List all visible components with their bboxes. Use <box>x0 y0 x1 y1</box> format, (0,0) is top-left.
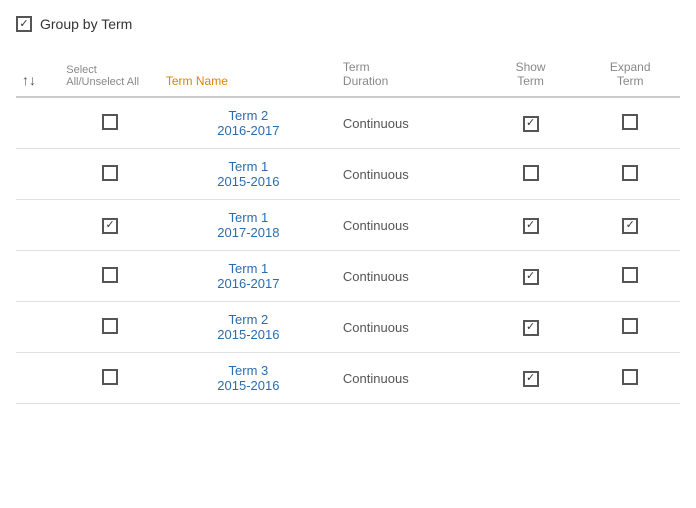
group-by-term-row: Group by Term <box>16 16 680 32</box>
row-select-checkbox[interactable] <box>102 318 118 334</box>
row-expand-term-cell <box>580 251 680 302</box>
row-term-duration: Continuous <box>337 353 481 404</box>
row-show-term-cell <box>481 302 581 353</box>
table-row: Term 22016-2017Continuous <box>16 97 680 149</box>
table-row: Term 22015-2016Continuous <box>16 302 680 353</box>
row-select-cell <box>60 149 160 200</box>
row-select-checkbox[interactable] <box>102 218 118 234</box>
row-select-cell <box>60 251 160 302</box>
row-expand-term-cell <box>580 97 680 149</box>
row-sort-cell <box>16 97 60 149</box>
table-row: Term 12016-2017Continuous <box>16 251 680 302</box>
row-term-duration: Continuous <box>337 251 481 302</box>
group-by-term-checkbox[interactable] <box>16 16 32 32</box>
sort-icon: ↑↓ <box>22 72 36 88</box>
row-term-duration: Continuous <box>337 149 481 200</box>
row-show-term-checkbox[interactable] <box>523 371 539 387</box>
row-show-term-checkbox[interactable] <box>523 116 539 132</box>
row-term-name: Term 12015-2016 <box>160 149 337 200</box>
term-duration-header: TermDuration <box>337 52 481 97</box>
row-expand-term-cell <box>580 149 680 200</box>
row-expand-term-checkbox[interactable] <box>622 318 638 334</box>
row-sort-cell <box>16 353 60 404</box>
row-term-name: Term 12016-2017 <box>160 251 337 302</box>
table-row: Term 32015-2016Continuous <box>16 353 680 404</box>
row-term-duration: Continuous <box>337 302 481 353</box>
row-expand-term-checkbox[interactable] <box>622 267 638 283</box>
row-term-name: Term 22015-2016 <box>160 302 337 353</box>
row-term-name: Term 22016-2017 <box>160 97 337 149</box>
term-name-header: Term Name <box>160 52 337 97</box>
table-header-row: ↑↓ Select All/Unselect All Term Name Ter… <box>16 52 680 97</box>
row-term-duration: Continuous <box>337 200 481 251</box>
select-all-header[interactable]: Select All/Unselect All <box>60 52 160 97</box>
row-sort-cell <box>16 200 60 251</box>
row-select-checkbox[interactable] <box>102 267 118 283</box>
row-show-term-cell <box>481 251 581 302</box>
row-show-term-checkbox[interactable] <box>523 165 539 181</box>
terms-table: ↑↓ Select All/Unselect All Term Name Ter… <box>16 52 680 404</box>
row-expand-term-cell <box>580 353 680 404</box>
row-select-cell <box>60 302 160 353</box>
expand-term-header: ExpandTerm <box>580 52 680 97</box>
row-show-term-checkbox[interactable] <box>523 320 539 336</box>
row-show-term-cell <box>481 149 581 200</box>
row-select-checkbox[interactable] <box>102 114 118 130</box>
row-term-name: Term 32015-2016 <box>160 353 337 404</box>
row-select-checkbox[interactable] <box>102 165 118 181</box>
row-expand-term-cell <box>580 302 680 353</box>
row-term-name: Term 12017-2018 <box>160 200 337 251</box>
group-by-term-label[interactable]: Group by Term <box>40 16 132 32</box>
row-show-term-cell <box>481 97 581 149</box>
row-term-duration: Continuous <box>337 97 481 149</box>
show-term-header: ShowTerm <box>481 52 581 97</box>
row-select-checkbox[interactable] <box>102 369 118 385</box>
row-expand-term-checkbox[interactable] <box>622 165 638 181</box>
row-select-cell <box>60 97 160 149</box>
row-expand-term-checkbox[interactable] <box>622 114 638 130</box>
row-sort-cell <box>16 302 60 353</box>
row-select-cell <box>60 353 160 404</box>
row-show-term-checkbox[interactable] <box>523 269 539 285</box>
row-show-term-cell <box>481 200 581 251</box>
row-select-cell <box>60 200 160 251</box>
row-expand-term-cell <box>580 200 680 251</box>
row-sort-cell <box>16 149 60 200</box>
table-row: Term 12015-2016Continuous <box>16 149 680 200</box>
row-show-term-checkbox[interactable] <box>523 218 539 234</box>
row-expand-term-checkbox[interactable] <box>622 369 638 385</box>
table-row: Term 12017-2018Continuous <box>16 200 680 251</box>
row-expand-term-checkbox[interactable] <box>622 218 638 234</box>
sort-header[interactable]: ↑↓ <box>16 52 60 97</box>
row-show-term-cell <box>481 353 581 404</box>
row-sort-cell <box>16 251 60 302</box>
